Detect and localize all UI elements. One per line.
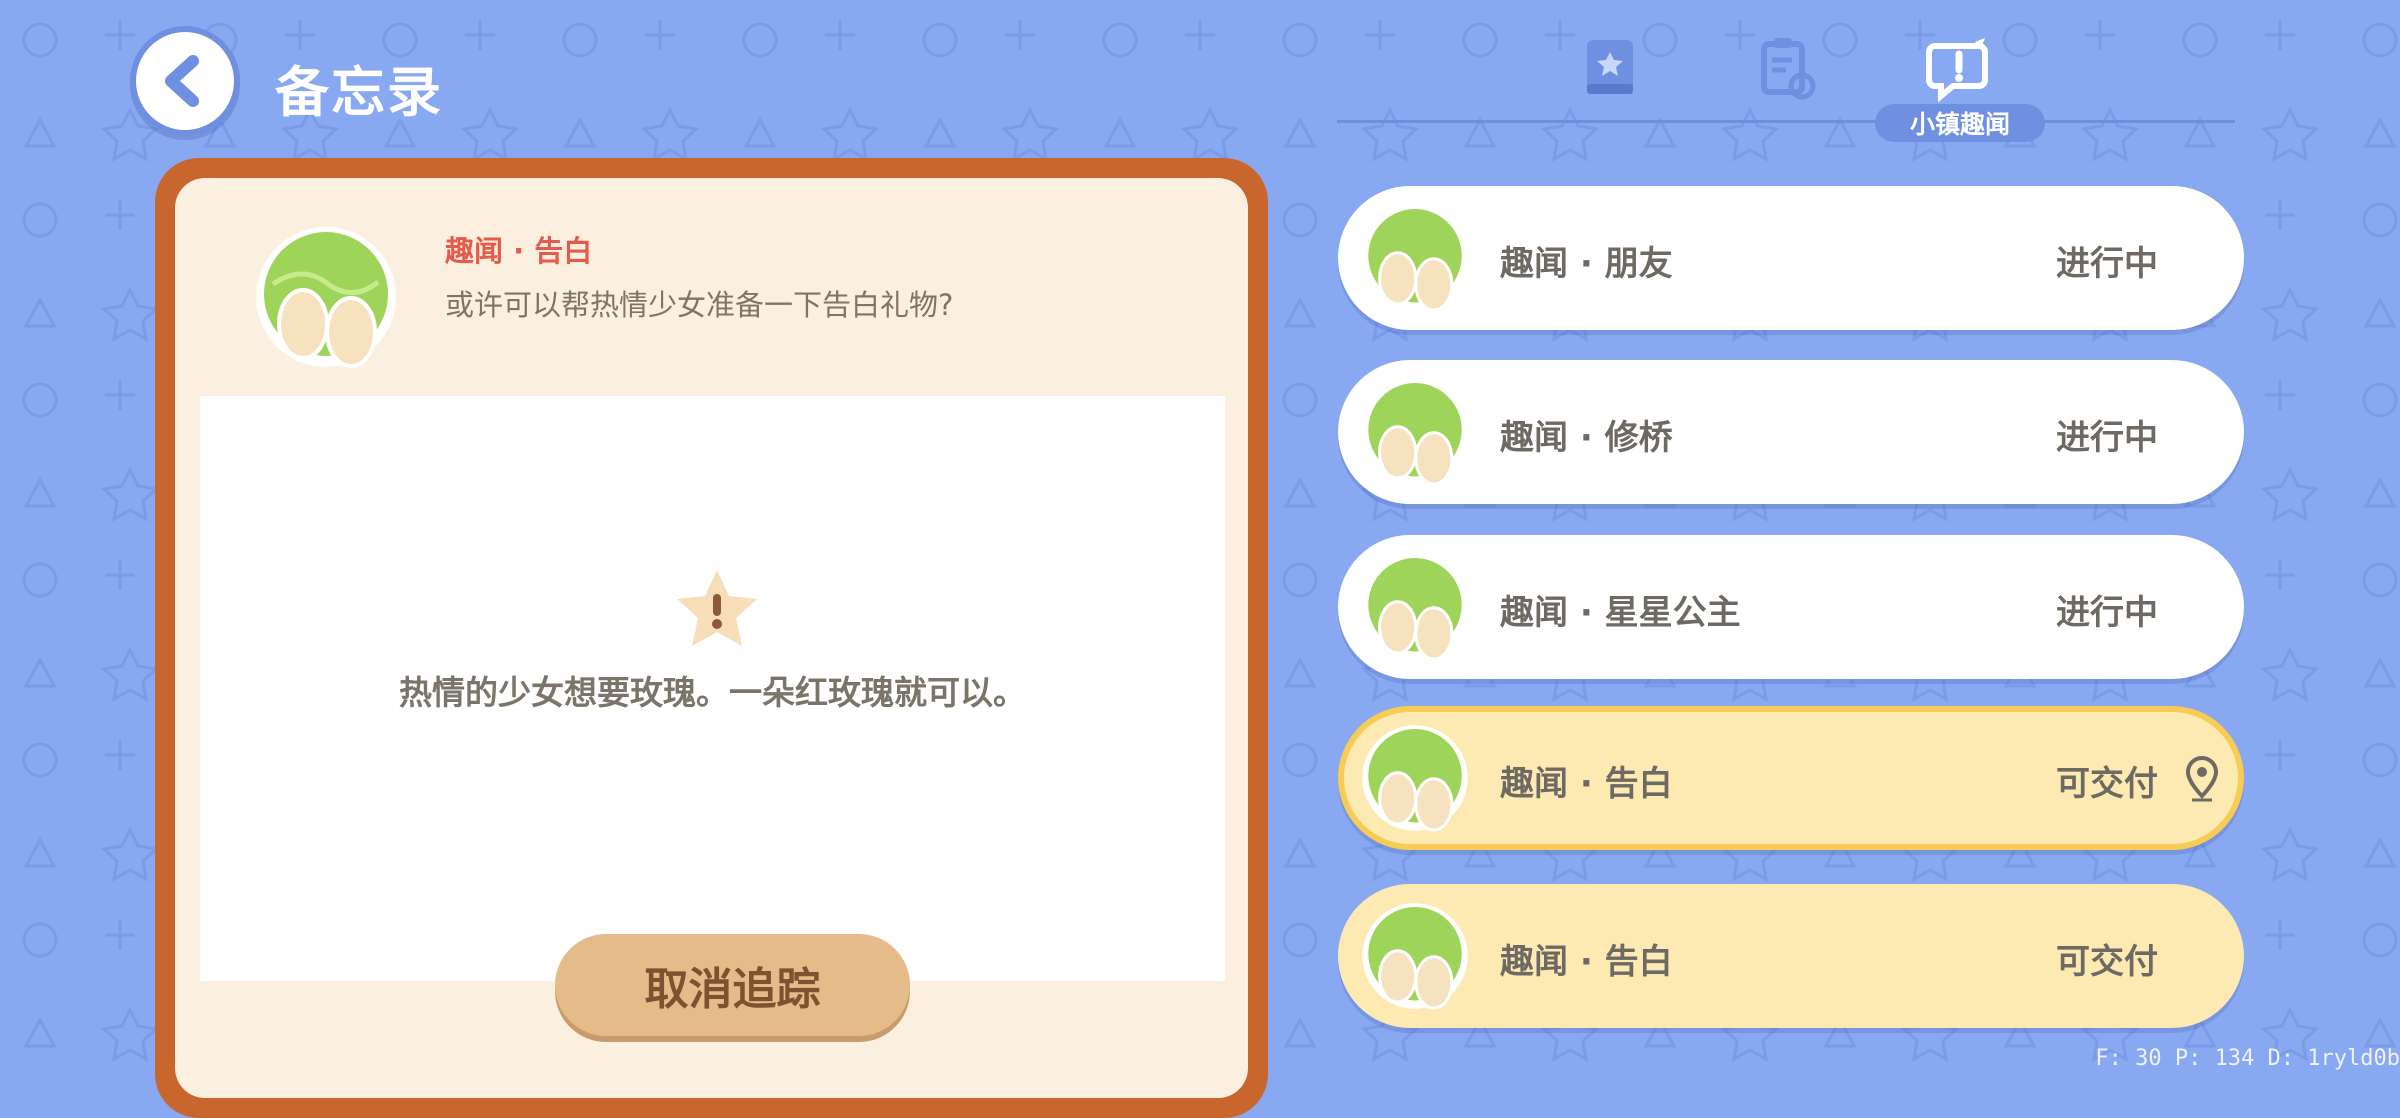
footprint-globe-avatar (1362, 379, 1468, 486)
quest-item-selected[interactable]: 趣闻 · 告白 可交付 (1338, 706, 2244, 850)
back-button[interactable] (130, 26, 240, 136)
cancel-tracking-button[interactable]: 取消追踪 (555, 934, 910, 1036)
detail-subtitle: 或许可以帮热情少女准备一下告白礼物? (445, 288, 954, 322)
quest-name: 趣闻 · 星星公主 (1500, 593, 1741, 633)
footprint-globe-avatar (1362, 205, 1468, 312)
debug-overlay: F: 30 P: 134 D: 1ryld0b (2095, 1046, 2400, 1071)
tab-book[interactable] (1565, 24, 1655, 114)
speech-exclamation-icon (1926, 38, 1988, 103)
quest-name: 趣闻 · 朋友 (1500, 244, 1673, 284)
quest-item[interactable]: 趣闻 · 朋友 进行中 (1338, 186, 2244, 330)
detail-body: 热情的少女想要玫瑰。一朵红玫瑰就可以。 (200, 396, 1225, 981)
back-arrow-icon (165, 55, 199, 107)
detail-title: 趣闻 · 告白 (445, 234, 593, 268)
quest-detail-panel: 趣闻 · 告白 或许可以帮热情少女准备一下告白礼物? 热情的少女想要玫瑰。一朵红… (155, 158, 1268, 1118)
clipboard-refresh-icon (1761, 38, 1816, 100)
quest-status: 进行中 (2056, 418, 2158, 458)
footprint-globe-avatar (1362, 903, 1468, 1010)
quest-item[interactable]: 趣闻 · 修桥 进行中 (1338, 360, 2244, 504)
tab-divider (1337, 120, 2235, 123)
quest-status: 可交付 (2056, 764, 2158, 804)
footprint-globe-avatar (1362, 554, 1468, 661)
warning-star-icon (677, 570, 757, 646)
footprint-globe-avatar (1362, 725, 1468, 832)
tab-checklist[interactable] (1740, 24, 1830, 114)
footprint-globe-avatar (256, 227, 396, 368)
page-title: 备忘录 (275, 61, 443, 124)
quest-item[interactable]: 趣闻 · 告白 可交付 (1338, 884, 2244, 1028)
quest-name: 趣闻 · 告白 (1500, 942, 1673, 982)
location-pin-icon[interactable] (2184, 756, 2220, 802)
active-tab-label: 小镇趣闻 (1875, 104, 2045, 142)
book-icon (1587, 40, 1633, 94)
quest-status: 进行中 (2056, 244, 2158, 284)
quest-status: 可交付 (2056, 942, 2158, 982)
quest-name: 趣闻 · 修桥 (1500, 418, 1673, 458)
detail-message: 热情的少女想要玫瑰。一朵红玫瑰就可以。 (399, 673, 1026, 712)
tab-town-news[interactable] (1915, 24, 2005, 114)
quest-name: 趣闻 · 告白 (1500, 764, 1673, 804)
quest-item[interactable]: 趣闻 · 星星公主 进行中 (1338, 535, 2244, 679)
quest-status: 进行中 (2056, 593, 2158, 633)
